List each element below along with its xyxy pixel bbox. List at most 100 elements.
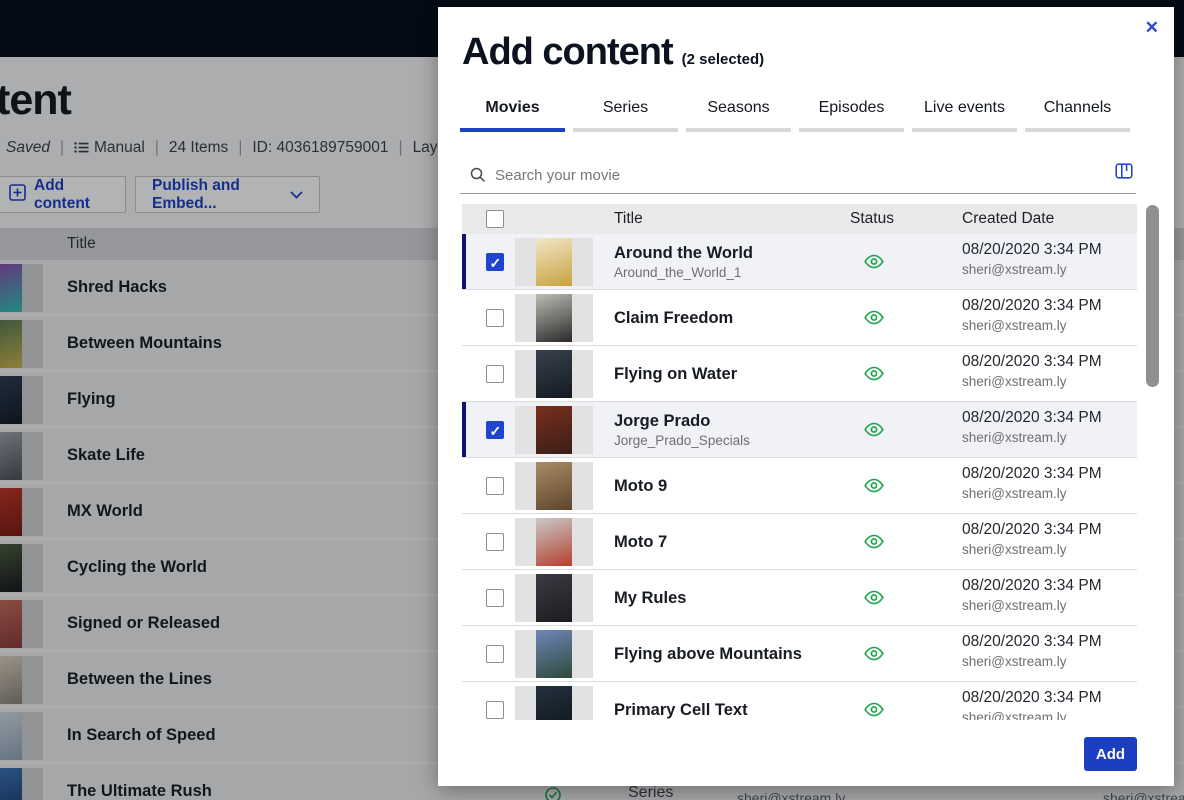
row-checkbox[interactable]	[486, 589, 504, 607]
movie-thumbnail	[515, 406, 593, 454]
movie-thumbnail	[515, 238, 593, 286]
movie-reference-id: Around_the_World_1	[614, 265, 844, 280]
created-date: 08/20/2020 3:34 PM	[962, 409, 1102, 427]
row-checkbox[interactable]	[486, 365, 504, 383]
created-by-email: sheri@xstream.ly	[962, 374, 1102, 389]
movie-thumbnail	[515, 630, 593, 678]
row-checkbox[interactable]	[486, 253, 504, 271]
tab-seasons[interactable]: Seasons	[686, 99, 791, 132]
poster-image	[536, 406, 572, 454]
movie-row[interactable]: Moto 7 08/20/2020 3:34 PM sheri@xstream.…	[462, 514, 1137, 570]
movie-thumbnail	[515, 518, 593, 566]
movie-title: Flying above Mountains	[614, 645, 844, 664]
movie-title: My Rules	[614, 589, 844, 608]
search-icon	[470, 167, 486, 183]
movie-thumbnail	[515, 686, 593, 720]
movie-row[interactable]: Jorge Prado Jorge_Prado_Specials 08/20/2…	[462, 402, 1137, 458]
scrollbar-thumb[interactable]	[1146, 205, 1159, 387]
row-checkbox[interactable]	[486, 533, 504, 551]
created-by-email: sheri@xstream.ly	[962, 262, 1102, 277]
tab-live-events[interactable]: Live events	[912, 99, 1017, 132]
tab-underline	[799, 128, 904, 132]
content-type-tabs: Movies Series Seasons Episodes Live even…	[460, 99, 1130, 132]
created-date: 08/20/2020 3:34 PM	[962, 241, 1102, 259]
movie-row[interactable]: My Rules 08/20/2020 3:34 PM sheri@xstrea…	[462, 570, 1137, 626]
poster-image	[536, 238, 572, 286]
movie-row[interactable]: Around the World Around_the_World_1 08/2…	[462, 234, 1137, 290]
created-by-email: sheri@xstream.ly	[962, 430, 1102, 445]
row-checkbox[interactable]	[486, 701, 504, 719]
movie-title: Claim Freedom	[614, 309, 844, 328]
movie-title: Moto 7	[614, 533, 844, 552]
poster-image	[536, 630, 572, 678]
tab-movies[interactable]: Movies	[460, 99, 565, 132]
published-eye-icon	[862, 646, 886, 666]
movie-title: Primary Cell Text	[614, 701, 844, 720]
poster-image	[536, 686, 572, 720]
published-eye-icon	[862, 590, 886, 610]
movie-title: Moto 9	[614, 477, 844, 496]
selected-count: (2 selected)	[682, 51, 765, 68]
poster-image	[536, 350, 572, 398]
column-settings-icon[interactable]	[1115, 162, 1133, 180]
tab-underline	[460, 128, 565, 132]
tab-series[interactable]: Series	[573, 99, 678, 132]
movie-thumbnail	[515, 462, 593, 510]
tab-underline	[1025, 128, 1130, 132]
published-eye-icon	[862, 702, 886, 720]
close-icon[interactable]: ✕	[1145, 19, 1159, 36]
movie-reference-id: Jorge_Prado_Specials	[614, 433, 844, 448]
row-checkbox[interactable]	[486, 477, 504, 495]
search-bar	[460, 157, 1136, 194]
movie-row[interactable]: Primary Cell Text 08/20/2020 3:34 PM she…	[462, 682, 1137, 720]
movie-table-header: Title Status Created Date	[462, 204, 1137, 234]
modal-title: Add content	[462, 31, 673, 74]
published-eye-icon	[862, 534, 886, 554]
add-content-modal: ✕ Add content (2 selected) Movies Series…	[438, 7, 1174, 786]
created-date: 08/20/2020 3:34 PM	[962, 353, 1102, 371]
row-checkbox[interactable]	[486, 309, 504, 327]
search-input[interactable]	[495, 167, 1136, 184]
created-by-email: sheri@xstream.ly	[962, 318, 1102, 333]
movie-row[interactable]: Flying above Mountains 08/20/2020 3:34 P…	[462, 626, 1137, 682]
modal-header: Add content (2 selected)	[462, 31, 764, 74]
created-date-column-header: Created Date	[962, 210, 1054, 228]
published-eye-icon	[862, 366, 886, 386]
title-column-header: Title	[614, 210, 643, 228]
screen: tent Saved | Manual | 24 Items | ID: 403…	[0, 0, 1184, 800]
created-by-email: sheri@xstream.ly	[962, 598, 1102, 613]
movie-row[interactable]: Claim Freedom 08/20/2020 3:34 PM sheri@x…	[462, 290, 1137, 346]
created-date: 08/20/2020 3:34 PM	[962, 521, 1102, 539]
poster-image	[536, 294, 572, 342]
tab-episodes[interactable]: Episodes	[799, 99, 904, 132]
created-by-email: sheri@xstream.ly	[962, 542, 1102, 557]
tab-underline	[686, 128, 791, 132]
tab-channels[interactable]: Channels	[1025, 99, 1130, 132]
published-eye-icon	[862, 478, 886, 498]
created-by-email: sheri@xstream.ly	[962, 654, 1102, 669]
add-button[interactable]: Add	[1084, 737, 1137, 771]
movie-title: Jorge Prado	[614, 412, 844, 431]
published-eye-icon	[862, 254, 886, 274]
poster-image	[536, 574, 572, 622]
movie-row[interactable]: Moto 9 08/20/2020 3:34 PM sheri@xstream.…	[462, 458, 1137, 514]
poster-image	[536, 462, 572, 510]
row-checkbox[interactable]	[486, 645, 504, 663]
select-all-checkbox[interactable]	[486, 210, 504, 228]
poster-image	[536, 518, 572, 566]
created-date: 08/20/2020 3:34 PM	[962, 689, 1102, 707]
created-date: 08/20/2020 3:34 PM	[962, 633, 1102, 651]
tab-underline	[912, 128, 1017, 132]
movie-row[interactable]: Flying on Water 08/20/2020 3:34 PM sheri…	[462, 346, 1137, 402]
status-column-header: Status	[850, 210, 894, 228]
created-by-email: sheri@xstream.ly	[962, 710, 1102, 720]
tab-underline	[573, 128, 678, 132]
created-date: 08/20/2020 3:34 PM	[962, 577, 1102, 595]
movie-thumbnail	[515, 294, 593, 342]
published-eye-icon	[862, 310, 886, 330]
created-by-email: sheri@xstream.ly	[962, 486, 1102, 501]
movie-thumbnail	[515, 574, 593, 622]
movie-title: Flying on Water	[614, 365, 844, 384]
created-date: 08/20/2020 3:34 PM	[962, 297, 1102, 315]
row-checkbox[interactable]	[486, 421, 504, 439]
